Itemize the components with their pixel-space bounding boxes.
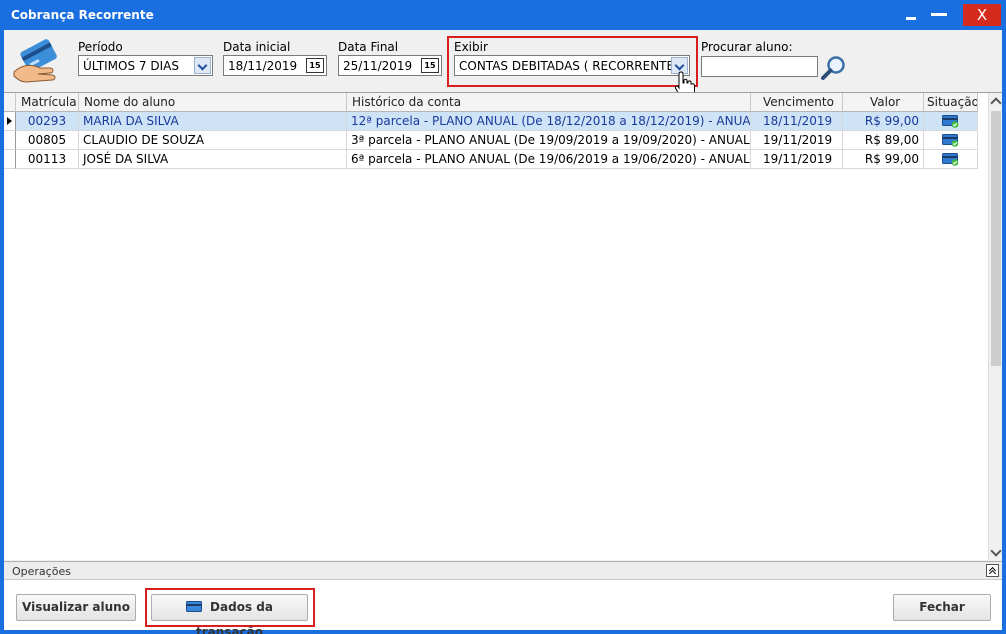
procurar-label: Procurar aluno: (701, 40, 793, 54)
card-check-icon[interactable] (942, 153, 959, 166)
header-valor[interactable]: Valor (843, 93, 924, 112)
calendar-icon[interactable]: 15 (306, 58, 324, 73)
chevron-down-icon[interactable] (194, 57, 211, 74)
minimize-icon (906, 17, 916, 20)
scroll-thumb[interactable] (991, 111, 1001, 366)
card-check-icon[interactable] (942, 115, 959, 128)
cell-situacao (924, 131, 978, 150)
grid-body: Matrícula Nome do aluno Histórico da con… (4, 93, 988, 561)
procurar-input[interactable] (701, 56, 818, 77)
data-final-input[interactable]: 25/11/2019 15 (338, 55, 442, 76)
cell-valor: R$ 89,00 (843, 131, 924, 150)
calendar-icon[interactable]: 15 (421, 58, 439, 73)
table-row[interactable]: 00113 JOSÉ DA SILVA 6ª parcela - PLANO A… (4, 150, 978, 169)
exibir-value: CONTAS DEBITADAS ( RECORRENTE ) (459, 59, 683, 73)
cell-valor: R$ 99,00 (843, 112, 924, 131)
visualizar-aluno-button[interactable]: Visualizar aluno (16, 594, 136, 621)
data-final-label: Data Final (338, 40, 399, 54)
periodo-label: Período (78, 40, 123, 54)
cell-valor: R$ 99,00 (843, 150, 924, 169)
collapse-icon[interactable] (986, 564, 999, 577)
data-inicial-input[interactable]: 18/11/2019 15 (223, 55, 327, 76)
credit-card-hand-icon (13, 39, 57, 83)
credit-card-icon (186, 601, 203, 612)
dados-transacao-button[interactable]: Dados da transação (151, 594, 308, 634)
cell-historico: 6ª parcela - PLANO ANUAL (De 19/06/2019 … (347, 150, 751, 169)
cell-situacao (924, 150, 978, 169)
cell-nome: JOSÉ DA SILVA (79, 150, 347, 169)
header-matricula[interactable]: Matrícula (16, 93, 79, 112)
search-icon[interactable] (820, 54, 848, 82)
client-area: Período ÚLTIMOS 7 DIAS Data inicial 18/1… (4, 30, 1002, 634)
header-historico[interactable]: Histórico da conta (347, 93, 751, 112)
row-indicator (4, 131, 16, 150)
table-row[interactable]: 00293 MARIA DA SILVA 12ª parcela - PLANO… (4, 112, 978, 131)
header-indicator (4, 93, 16, 112)
card-check-icon[interactable] (942, 134, 959, 147)
dados-transacao-label: Dados da transação (196, 600, 273, 634)
periodo-select[interactable]: ÚLTIMOS 7 DIAS (78, 55, 213, 76)
title-bar: Cobrança Recorrente X (0, 0, 1006, 30)
exibir-select[interactable]: CONTAS DEBITADAS ( RECORRENTE ) (454, 55, 690, 76)
cell-matricula: 00113 (16, 150, 79, 169)
cell-matricula: 00293 (16, 112, 79, 131)
fechar-button[interactable]: Fechar (893, 594, 991, 621)
cell-situacao (924, 112, 978, 131)
data-inicial-label: Data inicial (223, 40, 291, 54)
cell-nome: MARIA DA SILVA (79, 112, 347, 131)
filter-toolbar: Período ÚLTIMOS 7 DIAS Data inicial 18/1… (4, 30, 1002, 99)
scroll-down-icon[interactable] (990, 545, 1002, 557)
scroll-up-icon[interactable] (990, 97, 1002, 109)
table-row[interactable]: 00805 CLAUDIO DE SOUZA 3ª parcela - PLAN… (4, 131, 978, 150)
header-nome[interactable]: Nome do aluno (79, 93, 347, 112)
vertical-scrollbar[interactable] (988, 93, 1002, 561)
maximize-icon (931, 13, 947, 16)
cell-matricula: 00805 (16, 131, 79, 150)
maximize-button[interactable] (926, 4, 952, 26)
cell-vencimento: 18/11/2019 (751, 112, 843, 131)
header-situacao[interactable]: Situação (924, 93, 978, 112)
cell-vencimento: 19/11/2019 (751, 131, 843, 150)
cell-historico: 3ª parcela - PLANO ANUAL (De 19/09/2019 … (347, 131, 751, 150)
cell-nome: CLAUDIO DE SOUZA (79, 131, 347, 150)
cell-vencimento: 19/11/2019 (751, 150, 843, 169)
cell-historico: 12ª parcela - PLANO ANUAL (De 18/12/2018… (347, 112, 751, 131)
periodo-value: ÚLTIMOS 7 DIAS (83, 59, 179, 73)
window-title: Cobrança Recorrente (11, 8, 154, 22)
operations-bar: Operações (4, 561, 1002, 580)
data-final-value: 25/11/2019 (343, 59, 413, 73)
row-indicator-icon (4, 112, 16, 131)
operations-label: Operações (12, 565, 71, 578)
exibir-label: Exibir (454, 40, 488, 54)
header-vencimento[interactable]: Vencimento (751, 93, 843, 112)
operations-panel: Visualizar aluno Dados da transação Fech… (4, 580, 1002, 634)
app-window: Cobrança Recorrente X Período ÚLTIMOS 7 … (0, 0, 1006, 634)
data-inicial-value: 18/11/2019 (228, 59, 298, 73)
minimize-button[interactable] (898, 4, 924, 26)
row-indicator (4, 150, 16, 169)
close-button[interactable]: X (963, 4, 1001, 26)
contas-grid: Matrícula Nome do aluno Histórico da con… (4, 92, 1002, 561)
